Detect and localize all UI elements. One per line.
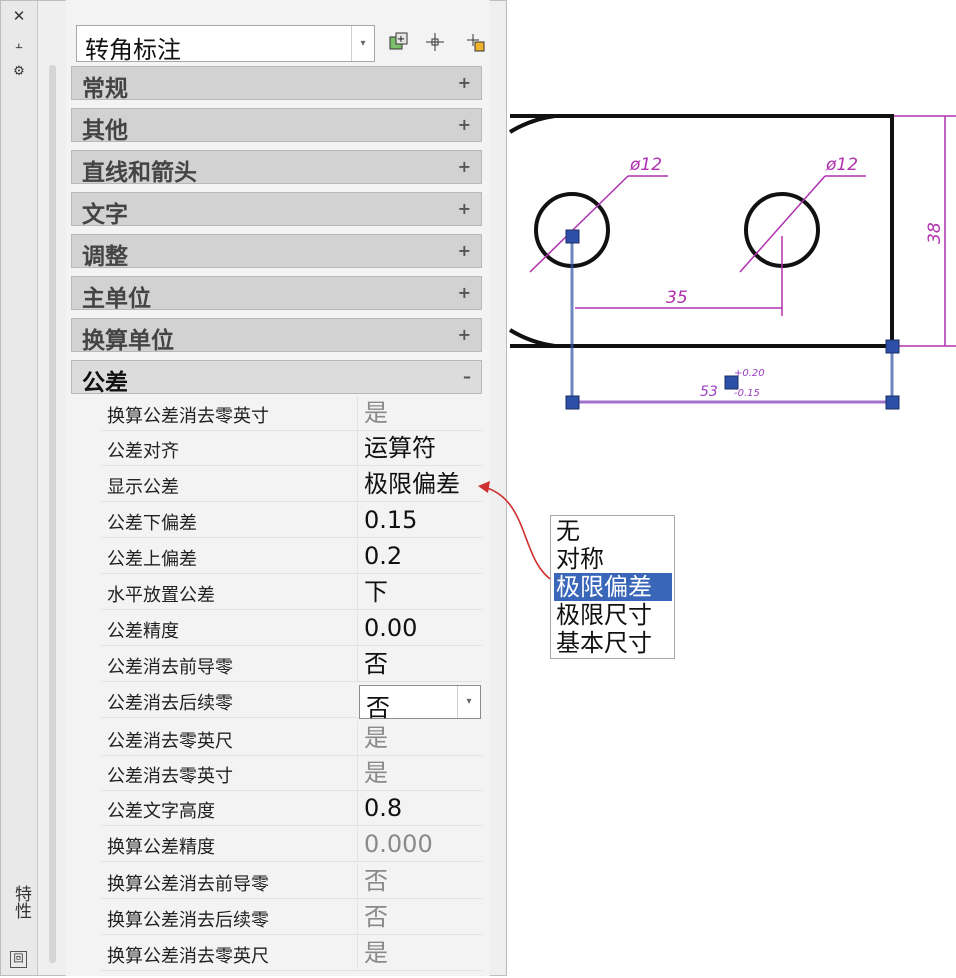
dropdown-option[interactable]: 对称 [554, 545, 672, 573]
selected-dim-text: 53 [700, 384, 718, 400]
grip-handle[interactable] [885, 395, 900, 410]
part-arc-bottom [508, 328, 556, 348]
diameter-text-left: ø12 [629, 155, 662, 175]
grip-handle[interactable] [565, 395, 580, 410]
tol-lower-text: -0.15 [734, 388, 760, 399]
dropdown-option[interactable]: 极限尺寸 [554, 601, 672, 629]
diameter-text-right: ø12 [825, 155, 858, 175]
dropdown-option-selected[interactable]: 极限偏差 [554, 573, 672, 601]
dim-text-35: 35 [666, 288, 688, 308]
part-arc-top [508, 114, 556, 134]
callout-arrowhead [478, 481, 490, 493]
grip-handle[interactable] [885, 339, 900, 354]
tolerance-display-dropdown[interactable]: 无 对称 极限偏差 极限尺寸 基本尺寸 [550, 515, 675, 659]
grip-handle[interactable] [724, 375, 739, 390]
drawing-canvas[interactable]: ø12 ø12 35 38 53 +0.20 -0.15 [0, 0, 956, 978]
grip-handle[interactable] [565, 229, 580, 244]
dropdown-option[interactable]: 基本尺寸 [554, 629, 672, 657]
tol-upper-text: +0.20 [734, 368, 765, 379]
dim-text-38: 38 [925, 222, 945, 244]
dropdown-option[interactable]: 无 [554, 517, 672, 545]
callout-arrow [483, 486, 554, 582]
